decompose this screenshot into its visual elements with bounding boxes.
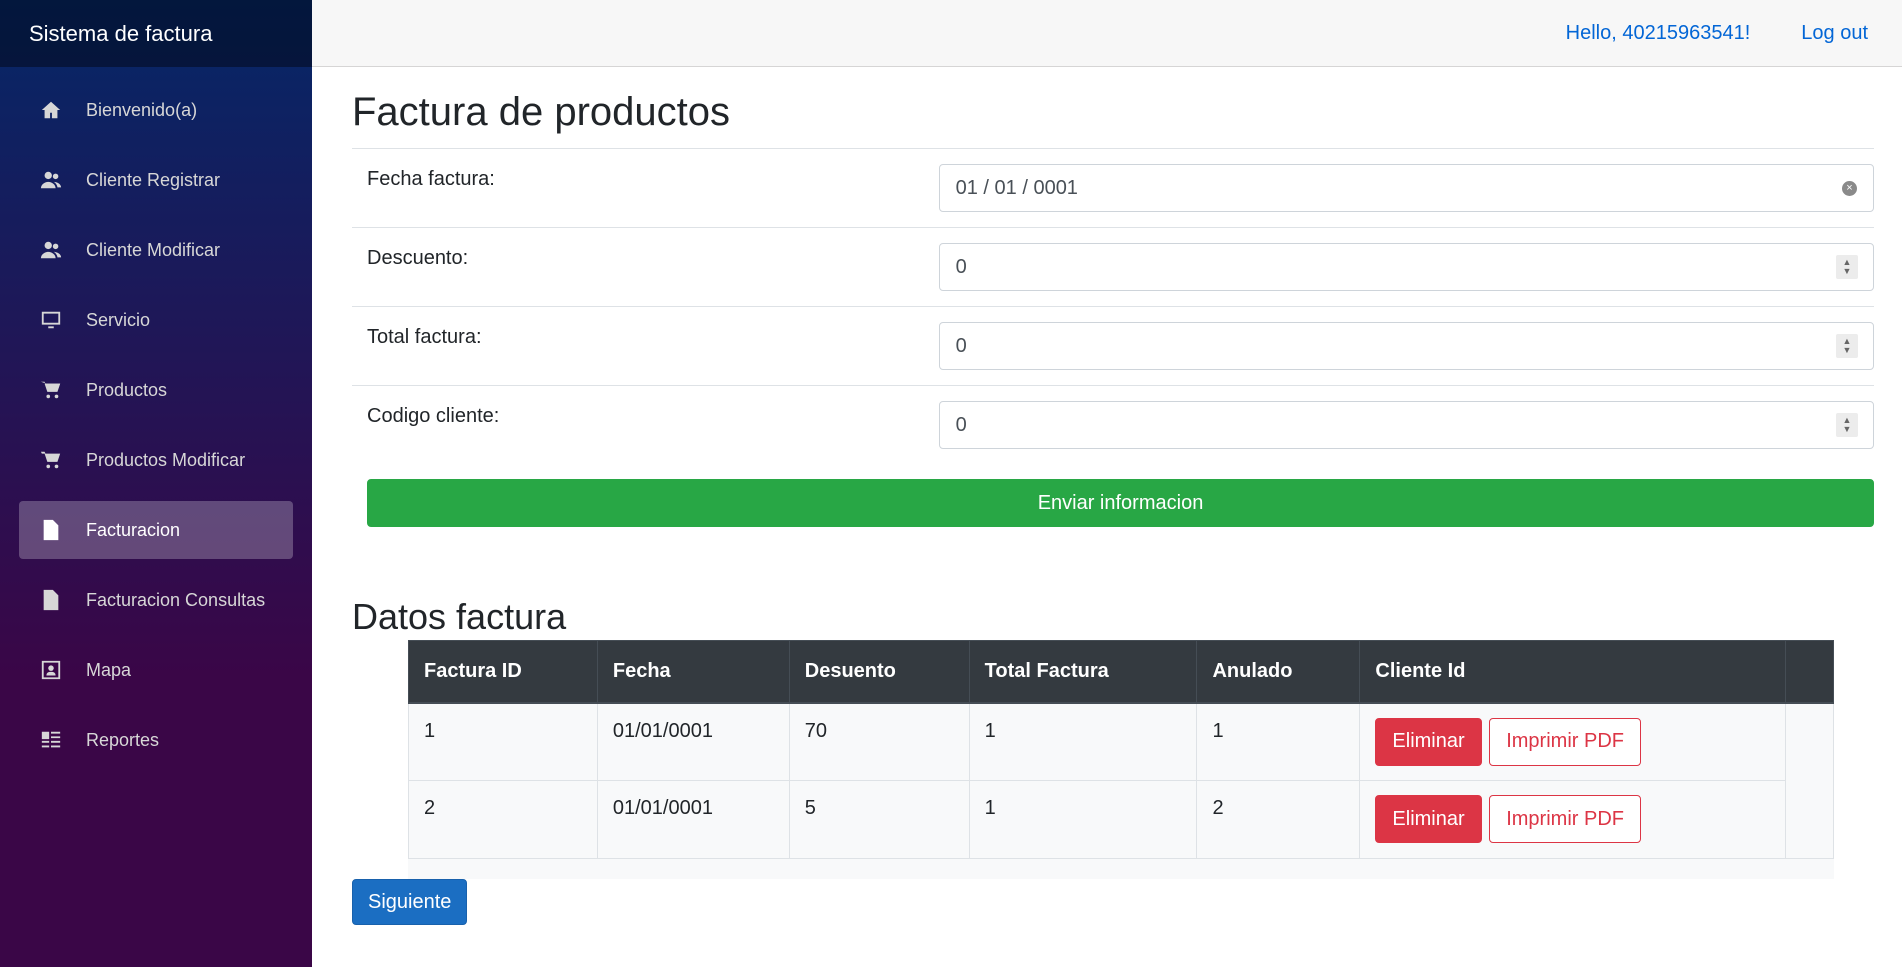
total-value: 0: [955, 334, 967, 357]
table-header-row: Factura ID Fecha Desuento Total Factura …: [408, 640, 1835, 704]
column-header: Factura ID: [408, 640, 598, 704]
sidebar-item-servicio[interactable]: Servicio: [19, 291, 293, 349]
total-number-input[interactable]: 0 ▲ ▼: [938, 322, 1874, 370]
invoice-table: Factura ID Fecha Desuento Total Factura …: [408, 640, 1835, 859]
sidebar-item-label: Productos Modificar: [86, 449, 246, 470]
descuento-number-input[interactable]: 0 ▲ ▼: [938, 243, 1874, 291]
cell-anulado: 1: [1196, 702, 1361, 781]
fecha-date-input[interactable]: 01 / 01 / 0001 ×: [938, 164, 1874, 212]
form-row-descuento: Descuento: 0 ▲ ▼: [352, 227, 1874, 306]
sidebar-item-bienvenido[interactable]: Bienvenido(a): [19, 81, 293, 139]
sidebar-item-productos[interactable]: Productos: [19, 361, 293, 419]
cart-icon: [39, 378, 63, 402]
people-icon: [39, 168, 63, 192]
form-row-total: Total factura: 0 ▲ ▼: [352, 306, 1874, 385]
sidebar-item-productos-modificar[interactable]: Productos Modificar: [19, 431, 293, 489]
main-content: Factura de productos Fecha factura: 01 /…: [352, 67, 1874, 925]
table-row: 2 01/01/0001 5 1 2 Eliminar Imprimir PDF: [408, 780, 1834, 859]
next-button[interactable]: Siguiente: [352, 879, 468, 925]
column-header-empty: [1784, 640, 1835, 704]
logout-link[interactable]: Log out: [1801, 22, 1868, 45]
spinner-icon[interactable]: ▲ ▼: [1836, 255, 1858, 279]
descuento-value: 0: [955, 255, 967, 278]
print-pdf-button[interactable]: Imprimir PDF: [1489, 717, 1641, 766]
cell-descuento: 5: [788, 780, 970, 859]
codigo-number-input[interactable]: 0 ▲ ▼: [938, 401, 1874, 449]
sidebar-item-label: Reportes: [86, 729, 160, 750]
brand-title[interactable]: Sistema de factura: [0, 0, 312, 67]
people-icon: [39, 238, 63, 262]
sidebar-item-cliente-modificar[interactable]: Cliente Modificar: [19, 221, 293, 279]
submit-button[interactable]: Enviar informacion: [367, 479, 1874, 527]
monitor-icon: [39, 308, 63, 332]
fecha-value: 01 / 01 / 0001: [955, 176, 1078, 199]
descuento-label: Descuento:: [367, 247, 469, 269]
sidebar-item-label: Productos: [86, 379, 168, 400]
table-row: 1 01/01/0001 70 1 1 Eliminar Imprimir PD…: [408, 702, 1835, 859]
invoice-form: Fecha factura: 01 / 01 / 0001 × Descuent…: [352, 148, 1874, 527]
cell-empty: [1784, 702, 1835, 859]
print-pdf-button[interactable]: Imprimir PDF: [1489, 795, 1641, 843]
cell-actions: Eliminar Imprimir PDF: [1359, 780, 1786, 859]
codigo-value: 0: [955, 413, 967, 436]
sidebar-item-label: Cliente Registrar: [86, 169, 221, 190]
cell-factura-id: 1: [408, 702, 598, 781]
cell-anulado: 2: [1196, 780, 1361, 859]
cell-fecha: 01/01/0001: [596, 702, 790, 781]
sidebar-item-label: Servicio: [86, 309, 151, 330]
home-icon: [39, 98, 63, 122]
sidebar-item-mapa[interactable]: Mapa: [19, 641, 293, 699]
sidebar-item-label: Facturacion: [86, 519, 181, 540]
list-icon: [39, 728, 63, 752]
sidebar-item-facturacion[interactable]: Facturacion: [19, 501, 293, 559]
cell-actions: Eliminar Imprimir PDF: [1359, 702, 1786, 781]
column-header: Desuento: [788, 640, 970, 704]
sidebar-item-facturacion-consultas[interactable]: Facturacion Consultas: [19, 571, 293, 629]
map-icon: [39, 658, 63, 682]
invoice-table-wrapper: Factura ID Fecha Desuento Total Factura …: [408, 640, 1835, 879]
document-icon: [39, 518, 63, 542]
cell-fecha: 01/01/0001: [596, 780, 790, 859]
sidebar-item-label: Bienvenido(a): [86, 99, 198, 120]
sidebar-item-label: Facturacion Consultas: [86, 589, 266, 610]
submit-row: Enviar informacion: [352, 464, 1874, 527]
spinner-icon[interactable]: ▲ ▼: [1836, 334, 1858, 358]
delete-button[interactable]: Eliminar: [1375, 795, 1482, 843]
column-header: Total Factura: [968, 640, 1198, 704]
document-icon: [39, 588, 63, 612]
total-label: Total factura:: [367, 326, 482, 348]
top-bar: Hello, 40215963541! Log out: [312, 0, 1902, 67]
table-title: Datos factura: [352, 596, 567, 637]
sidebar-item-cliente-registrar[interactable]: Cliente Registrar: [19, 151, 293, 209]
cell-total: 1: [968, 780, 1198, 859]
form-row-fecha: Fecha factura: 01 / 01 / 0001 ×: [352, 148, 1874, 227]
cell-descuento: 70: [788, 702, 970, 781]
form-row-codigo: Codigo cliente: 0 ▲ ▼: [352, 385, 1874, 464]
column-header: Anulado: [1196, 640, 1361, 704]
column-header: Fecha: [596, 640, 790, 704]
clear-icon[interactable]: ×: [1842, 181, 1857, 196]
cart-icon: [39, 448, 63, 472]
sidebar: Sistema de factura Bienvenido(a) Cliente…: [0, 0, 312, 967]
sidebar-item-label: Mapa: [86, 659, 132, 680]
delete-button[interactable]: Eliminar: [1375, 717, 1482, 766]
sidebar-item-reportes[interactable]: Reportes: [19, 711, 293, 769]
codigo-label: Codigo cliente:: [367, 405, 500, 427]
user-greeting-link[interactable]: Hello, 40215963541!: [1566, 22, 1751, 45]
page-title: Factura de productos: [352, 90, 730, 134]
spinner-icon[interactable]: ▲ ▼: [1836, 413, 1858, 437]
column-header: Cliente Id: [1359, 640, 1786, 704]
cell-factura-id: 2: [408, 780, 598, 859]
fecha-label: Fecha factura:: [367, 168, 495, 190]
sidebar-nav: Bienvenido(a) Cliente Registrar Cliente …: [0, 67, 312, 769]
cell-total: 1: [968, 702, 1198, 781]
sidebar-item-label: Cliente Modificar: [86, 239, 221, 260]
